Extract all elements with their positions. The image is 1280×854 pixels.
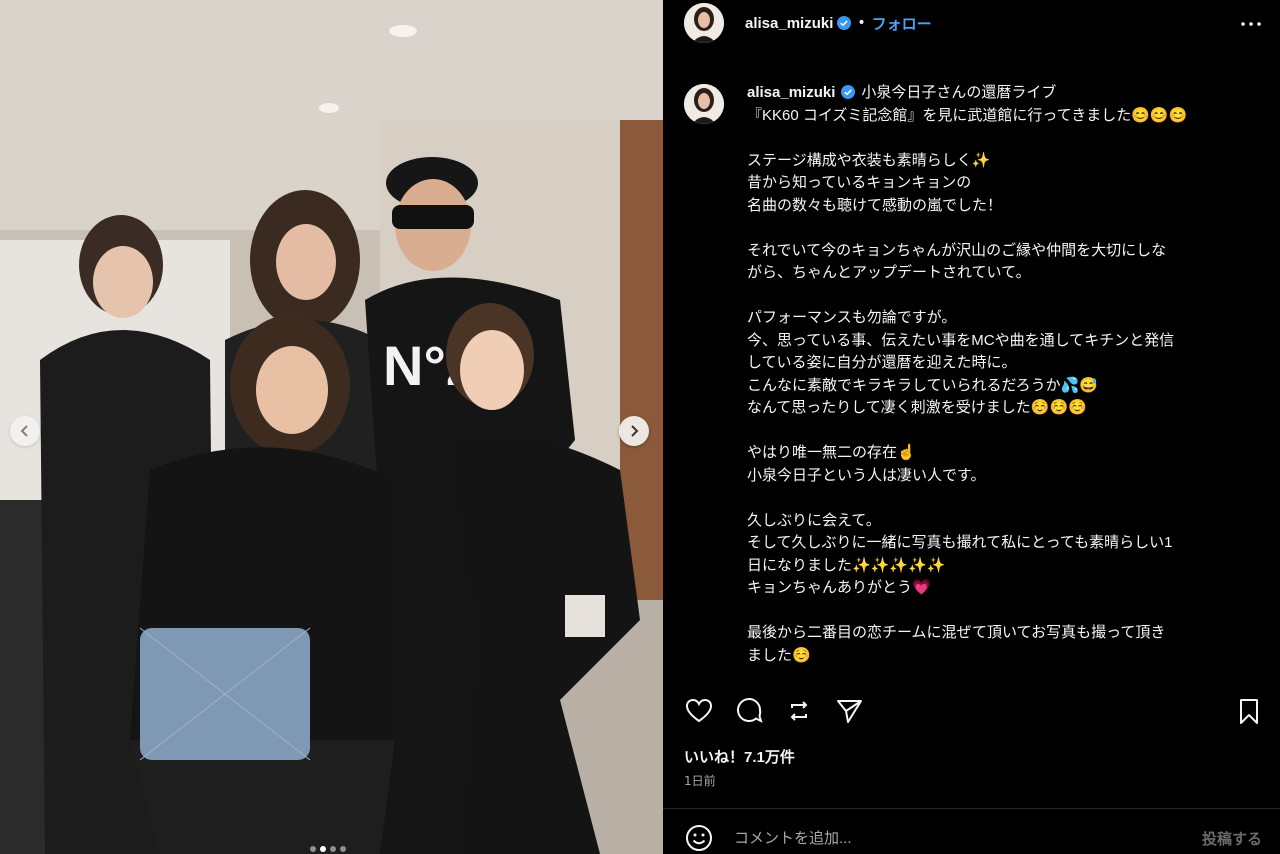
caption-avatar[interactable] bbox=[684, 84, 724, 124]
caption-text: 小泉今日子さんの還暦ライブ 『KK60 コイズミ記念館』を見に武道館に行ってきま… bbox=[747, 84, 1188, 664]
post-timestamp[interactable]: 1日前 bbox=[684, 772, 716, 789]
follow-button[interactable]: フォロー bbox=[872, 13, 932, 34]
comment-bubble-icon[interactable] bbox=[734, 696, 764, 726]
caption-section: alisa_mizuki 小泉今日子さんの還暦ライブ 『KK60 コイズミ記念館』… bbox=[684, 82, 1264, 682]
repost-icon[interactable] bbox=[784, 696, 814, 726]
separator-dot: • bbox=[857, 15, 866, 31]
carousel-next-button[interactable] bbox=[619, 416, 649, 446]
carousel-indicator bbox=[310, 846, 346, 852]
comment-input[interactable] bbox=[734, 829, 1174, 847]
heart-icon[interactable] bbox=[684, 696, 714, 726]
carousel-dot bbox=[310, 846, 316, 852]
avatar-image bbox=[684, 84, 724, 124]
instagram-post-view: N°2 alisa_mizuki • フォロー alisa_mizuki 小泉今… bbox=[0, 0, 1280, 854]
carousel-dot bbox=[330, 846, 336, 852]
send-icon[interactable] bbox=[834, 696, 864, 726]
post-side-panel: alisa_mizuki • フォロー alisa_mizuki 小泉今日子さん… bbox=[663, 0, 1280, 854]
caption-username-link[interactable]: alisa_mizuki bbox=[747, 84, 835, 101]
more-options-icon[interactable] bbox=[1239, 12, 1263, 36]
group-photo-image: N°2 bbox=[0, 0, 663, 854]
bookmark-icon[interactable] bbox=[1234, 696, 1264, 726]
action-bar bbox=[684, 694, 1264, 728]
post-header: alisa_mizuki • フォロー bbox=[663, 0, 1280, 46]
divider bbox=[663, 808, 1280, 809]
username-link[interactable]: alisa_mizuki bbox=[745, 15, 833, 32]
comment-composer: 投稿する bbox=[684, 822, 1264, 854]
carousel-prev-button[interactable] bbox=[10, 416, 40, 446]
verified-badge-icon bbox=[841, 85, 856, 99]
post-photo-carousel[interactable]: N°2 bbox=[0, 0, 663, 854]
verified-badge-icon bbox=[837, 16, 852, 30]
avatar[interactable] bbox=[684, 3, 724, 43]
carousel-dot bbox=[340, 846, 346, 852]
avatar-image bbox=[684, 3, 724, 43]
post-comment-button[interactable]: 投稿する bbox=[1202, 828, 1262, 849]
carousel-dot-active bbox=[320, 846, 326, 852]
caption-text-block: alisa_mizuki 小泉今日子さんの還暦ライブ 『KK60 コイズミ記念館』… bbox=[747, 82, 1257, 682]
emoji-icon[interactable] bbox=[684, 823, 714, 853]
chevron-left-icon bbox=[20, 425, 28, 437]
chevron-right-icon bbox=[631, 425, 639, 437]
likes-count[interactable]: いいね！7.1万件 bbox=[684, 746, 795, 767]
